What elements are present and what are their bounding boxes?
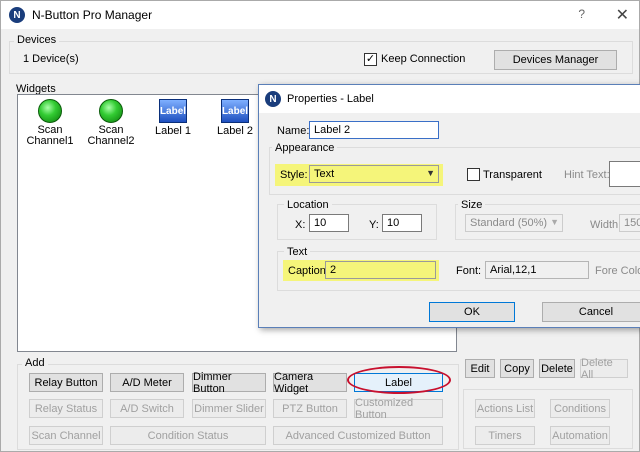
conditions-button[interactable]: Conditions	[550, 399, 610, 418]
ptz-button-button[interactable]: PTZ Button	[273, 399, 347, 418]
annotation-oval	[347, 366, 451, 394]
devices-group-label: Devices	[14, 34, 60, 46]
ad-switch-button[interactable]: A/D Switch	[110, 399, 184, 418]
camera-widget-button[interactable]: Camera Widget	[273, 371, 347, 395]
ad-meter-button[interactable]: A/D Meter	[110, 373, 184, 392]
timers-button[interactable]: Timers	[475, 426, 535, 445]
led-green-icon	[38, 99, 62, 123]
font-label: Font:	[456, 265, 482, 277]
x-field[interactable]: 10	[309, 214, 349, 232]
label-widget-icon: Label	[221, 99, 249, 123]
chevron-down-icon: ▼	[426, 168, 435, 178]
properties-dialog: N Properties - Label Name: Label 2 Appea…	[258, 84, 640, 328]
hint-text-label: Hint Text:	[564, 169, 610, 181]
app-logo-icon: N	[265, 91, 281, 107]
caption-field[interactable]: 2	[325, 261, 436, 279]
style-select-value: Text	[314, 168, 335, 180]
y-field[interactable]: 10	[382, 214, 422, 232]
delete-button[interactable]: Delete	[539, 359, 575, 378]
relay-button-button[interactable]: Relay Button	[29, 373, 103, 392]
advanced-customized-button[interactable]: Advanced Customized Button	[273, 426, 443, 445]
width-field: 150	[619, 214, 640, 232]
dialog-titlebar: N Properties - Label	[259, 85, 640, 113]
customized-button-button[interactable]: Customized Button	[354, 397, 443, 421]
scan-channel-button[interactable]: Scan Channel	[29, 426, 103, 445]
keep-connection-label: Keep Connection	[381, 53, 466, 65]
widget-label: Scan Channel1	[26, 124, 74, 147]
chevron-down-icon: ▼	[550, 217, 559, 227]
led-green-icon	[99, 99, 123, 123]
relay-status-button[interactable]: Relay Status	[29, 399, 103, 418]
dialog-title: Properties - Label	[287, 93, 374, 105]
app-logo-icon: N	[9, 7, 25, 23]
widget-scan-channel1[interactable]: Scan Channel1	[18, 99, 82, 147]
label-widget-icon: Label	[159, 99, 187, 123]
style-label: Style:	[280, 169, 308, 181]
edit-button[interactable]: Edit	[465, 359, 495, 378]
automation-button[interactable]: Automation	[550, 426, 610, 445]
widget-scan-channel2[interactable]: Scan Channel2	[79, 99, 143, 147]
style-select[interactable]: Text ▼	[309, 165, 439, 183]
devices-manager-button[interactable]: Devices Manager	[494, 50, 617, 70]
hint-text-field[interactable]	[609, 161, 640, 187]
size-select-value: Standard (50%)	[470, 217, 548, 229]
device-count: 1 Device(s)	[23, 53, 79, 65]
size-select: Standard (50%) ▼	[465, 214, 563, 232]
delete-all-button[interactable]: Delete All	[580, 357, 628, 381]
main-titlebar: N N-Button Pro Manager ? ✕	[1, 1, 639, 29]
add-group-label: Add	[22, 357, 48, 369]
appearance-group-label: Appearance	[272, 142, 338, 154]
transparent-checkbox[interactable]	[467, 168, 480, 181]
width-label: Width:	[590, 219, 622, 231]
font-field[interactable]: Arial,12,1	[485, 261, 589, 279]
name-label: Name:	[277, 125, 310, 137]
keep-connection-checkbox[interactable]: ✓	[364, 53, 377, 66]
text-group-label: Text	[284, 246, 311, 258]
y-label: Y:	[369, 219, 379, 231]
widget-label: Scan Channel2	[87, 124, 135, 147]
name-field[interactable]: Label 2	[309, 121, 439, 139]
x-label: X:	[295, 219, 306, 231]
help-button[interactable]: ?	[578, 7, 585, 21]
dimmer-button-button[interactable]: Dimmer Button	[192, 371, 266, 395]
transparent-label: Transparent	[483, 169, 542, 181]
fore-color-label: Fore Color	[595, 265, 640, 277]
copy-button[interactable]: Copy	[500, 359, 534, 378]
size-group-label: Size	[458, 199, 486, 211]
caption-label: Caption:	[288, 265, 329, 277]
cancel-button[interactable]: Cancel	[542, 302, 640, 322]
ok-button[interactable]: OK	[429, 302, 515, 322]
widget-label-1[interactable]: Label Label 1	[141, 99, 205, 137]
dimmer-slider-button[interactable]: Dimmer Slider	[192, 399, 266, 418]
actions-list-button[interactable]: Actions List	[475, 399, 535, 418]
widget-label: Label 1	[154, 125, 192, 137]
location-group-label: Location	[284, 199, 332, 211]
condition-status-button[interactable]: Condition Status	[110, 426, 266, 445]
app-title: N-Button Pro Manager	[32, 8, 153, 22]
close-button[interactable]: ✕	[616, 5, 629, 25]
